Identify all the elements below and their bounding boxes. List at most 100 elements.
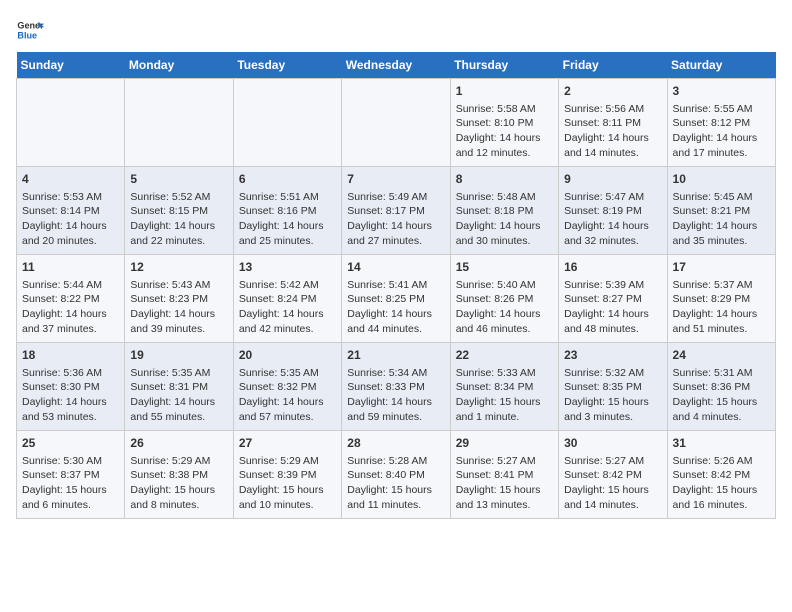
day-number: 9 [564,171,661,188]
day-info: Sunrise: 5:27 AM [564,454,661,469]
day-number: 7 [347,171,444,188]
calendar-cell: 15Sunrise: 5:40 AMSunset: 8:26 PMDayligh… [450,255,558,343]
day-info: Daylight: 14 hours [130,307,227,322]
day-info: Sunset: 8:16 PM [239,204,336,219]
day-number: 28 [347,435,444,452]
day-info: and 30 minutes. [456,234,553,249]
day-info: Sunset: 8:14 PM [22,204,119,219]
calendar-cell: 31Sunrise: 5:26 AMSunset: 8:42 PMDayligh… [667,431,775,519]
day-info: Daylight: 14 hours [673,307,770,322]
day-info: Daylight: 14 hours [22,395,119,410]
day-info: Sunrise: 5:41 AM [347,278,444,293]
day-number: 22 [456,347,553,364]
calendar-cell: 9Sunrise: 5:47 AMSunset: 8:19 PMDaylight… [559,167,667,255]
day-info: Sunset: 8:15 PM [130,204,227,219]
day-info: and 46 minutes. [456,322,553,337]
day-info: Daylight: 15 hours [456,395,553,410]
day-info: and 17 minutes. [673,146,770,161]
day-info: Daylight: 14 hours [673,131,770,146]
day-info: and 25 minutes. [239,234,336,249]
calendar-cell: 26Sunrise: 5:29 AMSunset: 8:38 PMDayligh… [125,431,233,519]
calendar-week-row: 1Sunrise: 5:58 AMSunset: 8:10 PMDaylight… [17,79,776,167]
day-info: and 14 minutes. [564,146,661,161]
day-info: and 27 minutes. [347,234,444,249]
day-number: 8 [456,171,553,188]
calendar-cell: 21Sunrise: 5:34 AMSunset: 8:33 PMDayligh… [342,343,450,431]
day-info: Daylight: 14 hours [22,307,119,322]
calendar-cell: 30Sunrise: 5:27 AMSunset: 8:42 PMDayligh… [559,431,667,519]
day-info: Sunrise: 5:27 AM [456,454,553,469]
day-info: Sunrise: 5:30 AM [22,454,119,469]
day-number: 20 [239,347,336,364]
day-number: 17 [673,259,770,276]
calendar-cell: 24Sunrise: 5:31 AMSunset: 8:36 PMDayligh… [667,343,775,431]
day-info: and 44 minutes. [347,322,444,337]
day-info: Daylight: 14 hours [239,395,336,410]
calendar-body: 1Sunrise: 5:58 AMSunset: 8:10 PMDaylight… [17,79,776,519]
day-info: and 53 minutes. [22,410,119,425]
day-info: Sunrise: 5:58 AM [456,102,553,117]
calendar-cell: 3Sunrise: 5:55 AMSunset: 8:12 PMDaylight… [667,79,775,167]
day-number: 4 [22,171,119,188]
day-info: and 1 minute. [456,410,553,425]
day-info: Sunrise: 5:33 AM [456,366,553,381]
day-number: 14 [347,259,444,276]
day-info: Sunrise: 5:37 AM [673,278,770,293]
day-info: Sunset: 8:26 PM [456,292,553,307]
day-info: Daylight: 15 hours [673,395,770,410]
calendar-header-monday: Monday [125,52,233,79]
day-info: Sunset: 8:22 PM [22,292,119,307]
day-info: Sunrise: 5:56 AM [564,102,661,117]
day-info: Sunset: 8:41 PM [456,468,553,483]
day-info: Daylight: 15 hours [456,483,553,498]
day-number: 6 [239,171,336,188]
day-info: Sunset: 8:29 PM [673,292,770,307]
day-number: 12 [130,259,227,276]
calendar-cell [125,79,233,167]
day-info: and 42 minutes. [239,322,336,337]
day-info: Sunset: 8:25 PM [347,292,444,307]
calendar-week-row: 25Sunrise: 5:30 AMSunset: 8:37 PMDayligh… [17,431,776,519]
day-info: Daylight: 15 hours [130,483,227,498]
calendar-cell: 8Sunrise: 5:48 AMSunset: 8:18 PMDaylight… [450,167,558,255]
calendar-cell: 23Sunrise: 5:32 AMSunset: 8:35 PMDayligh… [559,343,667,431]
day-info: Daylight: 15 hours [564,395,661,410]
day-info: and 8 minutes. [130,498,227,513]
day-info: Sunrise: 5:45 AM [673,190,770,205]
calendar-cell: 14Sunrise: 5:41 AMSunset: 8:25 PMDayligh… [342,255,450,343]
day-info: Sunset: 8:34 PM [456,380,553,395]
day-info: Sunrise: 5:42 AM [239,278,336,293]
calendar-cell: 7Sunrise: 5:49 AMSunset: 8:17 PMDaylight… [342,167,450,255]
calendar-cell: 6Sunrise: 5:51 AMSunset: 8:16 PMDaylight… [233,167,341,255]
day-info: Sunset: 8:11 PM [564,116,661,131]
calendar-cell: 4Sunrise: 5:53 AMSunset: 8:14 PMDaylight… [17,167,125,255]
calendar-cell: 27Sunrise: 5:29 AMSunset: 8:39 PMDayligh… [233,431,341,519]
day-info: Sunrise: 5:39 AM [564,278,661,293]
day-info: Sunrise: 5:55 AM [673,102,770,117]
day-number: 16 [564,259,661,276]
day-info: Daylight: 14 hours [130,219,227,234]
day-info: Sunset: 8:38 PM [130,468,227,483]
day-info: and 37 minutes. [22,322,119,337]
day-info: Daylight: 14 hours [456,307,553,322]
calendar-header-row: SundayMondayTuesdayWednesdayThursdayFrid… [17,52,776,79]
calendar-cell: 10Sunrise: 5:45 AMSunset: 8:21 PMDayligh… [667,167,775,255]
day-info: and 12 minutes. [456,146,553,161]
day-info: and 39 minutes. [130,322,227,337]
calendar-cell: 20Sunrise: 5:35 AMSunset: 8:32 PMDayligh… [233,343,341,431]
calendar-header-tuesday: Tuesday [233,52,341,79]
calendar-week-row: 18Sunrise: 5:36 AMSunset: 8:30 PMDayligh… [17,343,776,431]
page-header: General Blue [16,16,776,44]
calendar-cell: 13Sunrise: 5:42 AMSunset: 8:24 PMDayligh… [233,255,341,343]
day-info: Sunrise: 5:28 AM [347,454,444,469]
calendar-cell [342,79,450,167]
calendar-cell: 22 Sunrise: 5:33 AMSunset: 8:34 PMDayligh… [450,343,558,431]
day-info: and 22 minutes. [130,234,227,249]
svg-text:Blue: Blue [17,30,37,40]
day-info: Sunset: 8:33 PM [347,380,444,395]
calendar-cell [17,79,125,167]
day-info: Daylight: 14 hours [347,219,444,234]
day-info: Daylight: 14 hours [564,131,661,146]
calendar-cell [233,79,341,167]
day-number: 23 [564,347,661,364]
